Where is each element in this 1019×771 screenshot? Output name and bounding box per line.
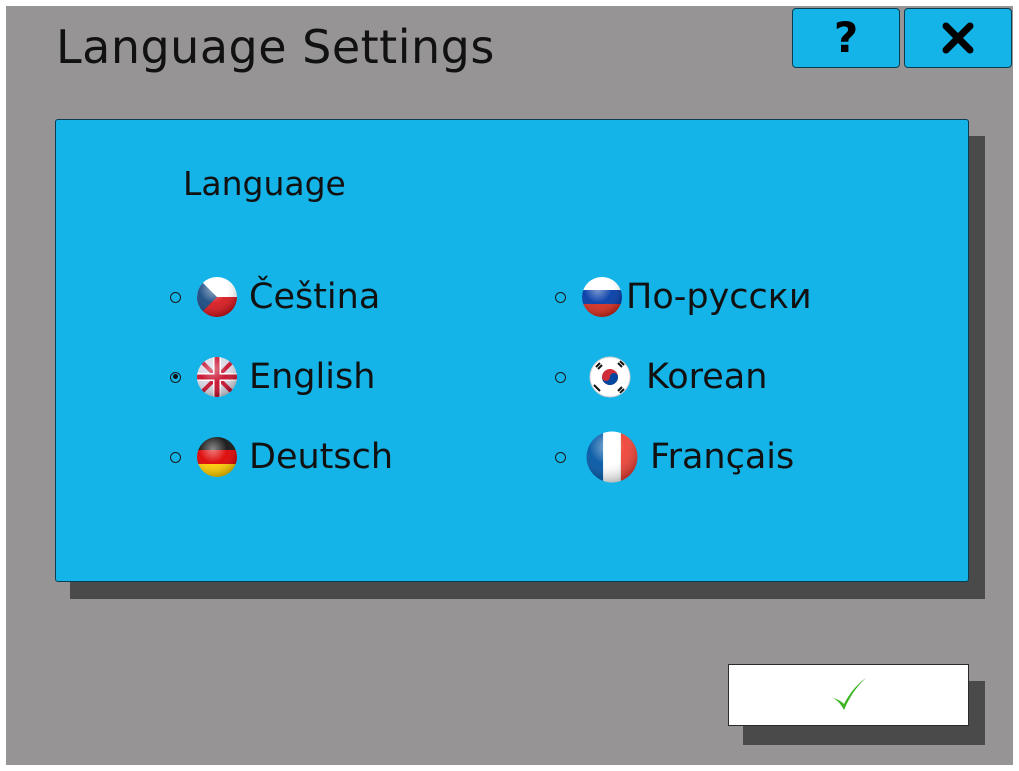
radio-button[interactable] [170,291,181,303]
language-panel: Language Čeština English Deutsch По-русс… [55,119,969,582]
help-button[interactable]: ? [792,8,900,68]
uk-flag-icon [197,357,237,397]
language-option-english[interactable]: English [170,347,375,407]
language-label: Français [650,437,795,477]
czech-flag-icon [197,277,237,317]
language-label: English [249,357,376,397]
language-option-francais[interactable]: Français [555,427,794,487]
close-icon [942,22,974,54]
checkmark-icon [832,678,866,710]
language-option-deutsch[interactable]: Deutsch [170,427,393,487]
language-settings-screen: Language Settings ? Language Čeština Eng… [6,6,1013,765]
language-label: Čeština [249,277,381,317]
help-icon: ? [833,13,859,62]
radio-button[interactable] [555,451,566,463]
language-label: Deutsch [249,437,394,477]
language-group-label: Language [183,164,346,203]
close-button[interactable] [904,8,1012,68]
radio-button[interactable] [555,371,566,383]
ok-button[interactable] [728,664,969,726]
french-flag-icon [586,431,638,483]
korean-flag-icon [589,356,631,398]
language-label: Korean [646,357,768,397]
language-option-russian[interactable]: По-русски [555,267,812,327]
radio-button[interactable] [555,291,566,303]
page-title: Language Settings [56,20,495,74]
language-option-cestina[interactable]: Čeština [170,267,380,327]
german-flag-icon [197,437,237,477]
radio-button[interactable] [170,451,181,463]
language-label: По-русски [626,277,812,317]
language-option-korean[interactable]: Korean [555,347,767,407]
russian-flag-icon [582,277,622,317]
radio-button-selected[interactable] [170,371,181,383]
